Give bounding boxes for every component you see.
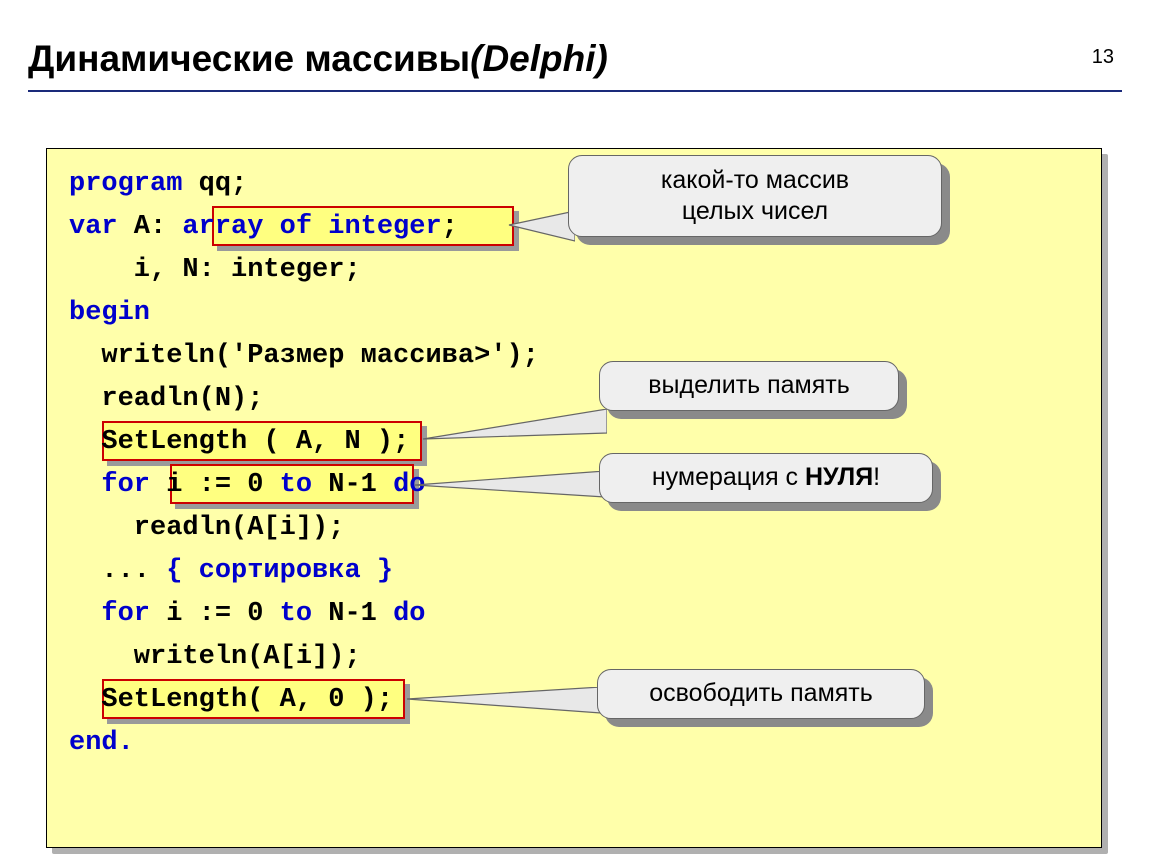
title-main: Динамические массивы	[28, 38, 470, 79]
connector-icon	[401, 687, 601, 723]
code-kw: do	[393, 599, 425, 629]
callout-array-of-integers: какой-то массив целых чисел	[568, 155, 942, 237]
title-underline	[28, 90, 1122, 92]
code-text	[69, 470, 101, 500]
callout-text: нумерация с	[652, 463, 805, 491]
code-text: readln(N);	[69, 384, 263, 414]
code-text	[69, 599, 101, 629]
code-block: program qq; var A: array of integer; i, …	[46, 148, 1102, 848]
page-title: Динамические массивы(Delphi)	[28, 38, 1122, 80]
code-kw: begin	[69, 298, 150, 328]
callout-zero-index: нумерация с НУЛЯ!	[599, 453, 933, 503]
callout-free-memory: освободить память	[597, 669, 925, 719]
callout-text: освободить память	[649, 678, 873, 709]
code-kw: array of integer	[182, 212, 441, 242]
callout-bold: НУЛЯ	[805, 463, 873, 491]
code-text: N-1	[312, 599, 393, 629]
code-text: SetLength ( A, N )	[69, 427, 393, 457]
code-text: readln(A[i]);	[69, 513, 344, 543]
callout-line: целых чисел	[682, 197, 828, 225]
code-text: i, N: integer;	[69, 255, 361, 285]
title-paren: (Delphi)	[470, 38, 608, 79]
code-text: N-1	[312, 470, 393, 500]
code-text: ...	[69, 556, 166, 586]
code-text: ;	[393, 427, 409, 457]
callout-text: выделить память	[648, 370, 850, 401]
code-text: i := 0	[150, 599, 280, 629]
connector-icon	[505, 207, 575, 247]
callout-allocate-memory: выделить память	[599, 361, 899, 411]
code-kw: for	[101, 470, 150, 500]
code-kw: { сортировка }	[166, 556, 393, 586]
code-kw: to	[280, 470, 312, 500]
code-text: qq;	[182, 169, 247, 199]
callout-line: какой-то массив	[661, 166, 849, 194]
code-text: writeln(	[69, 341, 231, 371]
code-kw: for	[101, 599, 150, 629]
code-text: ;	[377, 685, 393, 715]
code-text: A:	[118, 212, 183, 242]
code-text: writeln(A[i]);	[69, 642, 361, 672]
code-text: ;	[442, 212, 458, 242]
callout-text: !	[873, 463, 880, 491]
code-text: );	[506, 341, 538, 371]
connector-icon	[417, 409, 607, 449]
code-kw: var	[69, 212, 118, 242]
code-kw: to	[280, 599, 312, 629]
code-kw: program	[69, 169, 182, 199]
code-kw: end.	[69, 728, 134, 758]
connector-icon	[409, 471, 605, 505]
page-number: 13	[1092, 46, 1114, 69]
code-text: i := 0	[150, 470, 280, 500]
code-text: 'Размер массива>'	[231, 341, 506, 371]
code-text: SetLength( A, 0 )	[69, 685, 377, 715]
